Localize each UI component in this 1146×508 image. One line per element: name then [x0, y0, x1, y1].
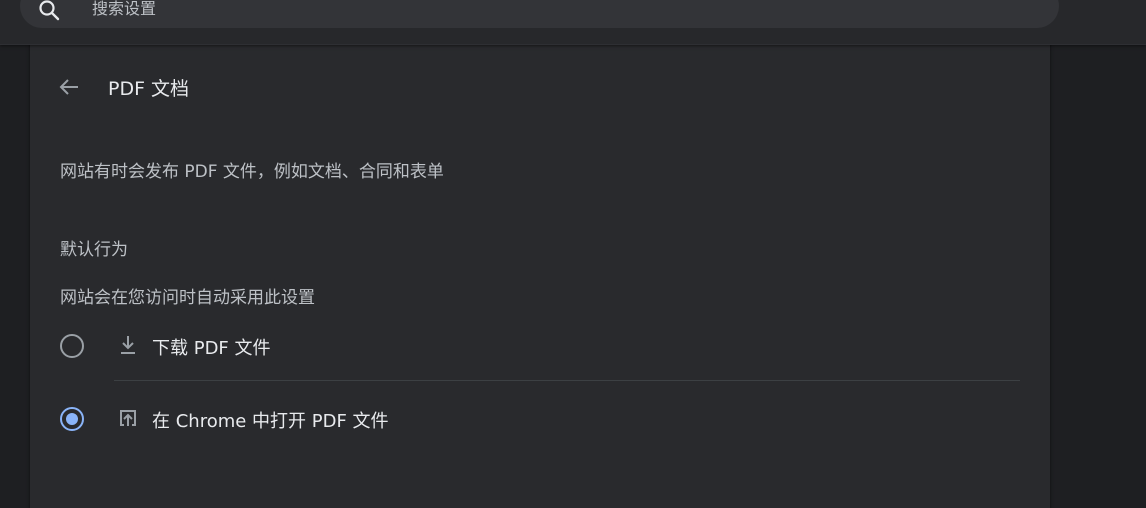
- divider: [114, 380, 1020, 381]
- open-in-new-icon: [120, 410, 136, 426]
- settings-card: PDF 文档 网站有时会发布 PDF 文件，例如文档、合同和表单 默认行为 网站…: [30, 28, 1050, 508]
- page-background-left: [0, 44, 30, 508]
- back-button[interactable]: [54, 72, 84, 102]
- search-box[interactable]: [20, 0, 1059, 28]
- page-background-right: [1050, 44, 1146, 508]
- radio-open-in-chrome[interactable]: [60, 407, 84, 431]
- search-input[interactable]: [92, 0, 692, 18]
- download-icon: [121, 336, 135, 354]
- search-icon: [39, 0, 60, 21]
- option-label: 下载 PDF 文件: [152, 338, 271, 359]
- option-open-in-chrome[interactable]: 在 Chrome 中打开 PDF 文件: [54, 393, 1024, 443]
- page-title: PDF 文档: [108, 78, 190, 100]
- option-label: 在 Chrome 中打开 PDF 文件: [152, 411, 389, 432]
- radio-download-pdf[interactable]: [60, 334, 84, 358]
- option-download-pdf[interactable]: 下载 PDF 文件: [54, 320, 1024, 370]
- section-title: 默认行为: [60, 240, 128, 260]
- page-description: 网站有时会发布 PDF 文件，例如文档、合同和表单: [60, 162, 444, 182]
- back-arrow-icon: [59, 79, 78, 95]
- toolbar: [0, 0, 1146, 45]
- section-subtitle: 网站会在您访问时自动采用此设置: [60, 288, 315, 308]
